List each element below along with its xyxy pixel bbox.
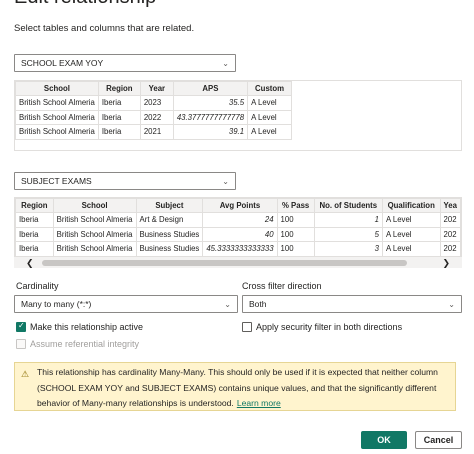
table-cell: A Level <box>247 109 293 125</box>
table-cell: Iberia <box>97 109 141 125</box>
table-cell: British School Almeria <box>52 212 137 228</box>
table-cell: 2021 <box>139 124 174 140</box>
table-cell: A Level <box>381 226 441 242</box>
cardinality-select[interactable]: Many to many (*:*) ⌄ <box>14 295 238 313</box>
table-cell: 100 <box>276 212 315 228</box>
table-cell: Iberia <box>15 241 54 257</box>
table-cell: A Level <box>381 241 441 257</box>
table2-grid: Region School Subject Avg Points % Pass … <box>15 198 461 257</box>
table-cell: 202 <box>439 212 461 228</box>
dialog-title: Edit relationship <box>14 0 156 9</box>
table-cell: Iberia <box>15 226 54 242</box>
column-header-aps[interactable]: APS <box>172 81 249 96</box>
table2-horizontal-scrollbar[interactable]: ❮ ❯ <box>14 256 462 268</box>
cross-filter-label: Cross filter direction <box>242 281 322 291</box>
table-cell: A Level <box>381 212 441 228</box>
table-cell: Business Studies <box>135 241 204 257</box>
scrollbar-thumb[interactable] <box>42 260 407 266</box>
dialog-subtitle: Select tables and columns that are relat… <box>14 23 195 34</box>
table2-select-value: SUBJECT EXAMS <box>21 176 92 186</box>
table-cell: 5 <box>313 226 383 242</box>
table-cell: 1 <box>313 212 383 228</box>
cardinality-label: Cardinality <box>16 281 59 291</box>
table-cell: 202 <box>439 226 461 242</box>
column-header-region[interactable]: Region <box>15 198 54 213</box>
table-cell: Iberia <box>15 212 54 228</box>
security-filter-label[interactable]: Apply security filter in both directions <box>256 322 402 332</box>
table-cell: 35.5 <box>172 95 249 111</box>
table-cell: 40 <box>202 226 278 242</box>
table-cell: 43.3777777777778 <box>172 109 249 125</box>
active-relationship-label[interactable]: Make this relationship active <box>30 322 143 332</box>
referential-integrity-checkbox <box>16 339 26 349</box>
table-cell: Iberia <box>97 95 141 111</box>
warning-icon: ⚠ <box>21 369 30 379</box>
chevron-down-icon: ⌄ <box>222 59 229 68</box>
cross-filter-select[interactable]: Both ⌄ <box>242 295 462 313</box>
security-filter-checkbox[interactable] <box>242 322 252 332</box>
cardinality-warning: ⚠ This relationship has cardinality Many… <box>14 362 456 411</box>
table1-select-value: SCHOOL EXAM YOY <box>21 58 104 68</box>
chevron-down-icon: ⌄ <box>448 300 455 309</box>
table-cell: 24 <box>202 212 278 228</box>
learn-more-link[interactable]: Learn more <box>237 398 281 408</box>
table-cell: 2023 <box>139 95 174 111</box>
table-cell: A Level <box>247 124 293 140</box>
cross-filter-select-value: Both <box>249 299 267 309</box>
table-cell: British School Almeria <box>15 95 99 111</box>
column-header-year[interactable]: Yea <box>439 198 461 213</box>
table-cell: 100 <box>276 226 315 242</box>
table-cell: British School Almeria <box>15 124 99 140</box>
ok-button[interactable]: OK <box>361 431 407 449</box>
table2-header-row: Region School Subject Avg Points % Pass … <box>15 198 461 213</box>
table-cell: A Level <box>247 95 293 111</box>
table-row: Iberia British School Almeria Art & Desi… <box>15 212 461 228</box>
chevron-down-icon: ⌄ <box>224 300 231 309</box>
column-header-subject[interactable]: Subject <box>135 198 204 213</box>
table-cell: Art & Design <box>135 212 204 228</box>
table-cell: British School Almeria <box>52 226 137 242</box>
chevron-down-icon: ⌄ <box>222 177 229 186</box>
column-header-custom[interactable]: Custom <box>247 81 293 96</box>
column-header-qualification[interactable]: Qualification <box>381 198 441 213</box>
table-cell: Iberia <box>97 124 141 140</box>
column-header-region[interactable]: Region <box>97 81 141 96</box>
column-header-students[interactable]: No. of Students <box>313 198 383 213</box>
table-cell: 2022 <box>139 109 174 125</box>
table-row: British School Almeria Iberia 2023 35.5 … <box>15 95 293 111</box>
scroll-left-icon[interactable]: ❮ <box>26 257 34 269</box>
table-cell: 100 <box>276 241 315 257</box>
scroll-right-icon[interactable]: ❯ <box>442 257 450 269</box>
active-relationship-checkbox[interactable] <box>16 321 26 332</box>
table-row: British School Almeria Iberia 2022 43.37… <box>15 109 293 125</box>
table-cell: British School Almeria <box>15 109 99 125</box>
table-cell: 3 <box>313 241 383 257</box>
table-cell: 45.3333333333333 <box>202 241 278 257</box>
table-cell: 39.1 <box>172 124 249 140</box>
table-cell: Business Studies <box>135 226 204 242</box>
column-header-pass[interactable]: % Pass <box>276 198 315 213</box>
table-row: Iberia British School Almeria Business S… <box>15 241 461 257</box>
table2-select[interactable]: SUBJECT EXAMS ⌄ <box>14 172 236 190</box>
table1-grid: School Region Year APS Custom British Sc… <box>15 81 293 140</box>
column-header-school[interactable]: School <box>15 81 99 96</box>
column-header-avg-points[interactable]: Avg Points <box>202 198 278 213</box>
column-header-year[interactable]: Year <box>139 81 174 96</box>
table-cell: 202 <box>439 241 461 257</box>
column-header-school[interactable]: School <box>52 198 137 213</box>
referential-integrity-label: Assume referential integrity <box>30 339 140 349</box>
table1-preview[interactable]: School Region Year APS Custom British Sc… <box>14 80 462 151</box>
table-row: British School Almeria Iberia 2021 39.1 … <box>15 124 293 140</box>
cancel-button[interactable]: Cancel <box>415 431 462 449</box>
table-cell: British School Almeria <box>52 241 137 257</box>
table1-header-row: School Region Year APS Custom <box>15 81 293 96</box>
cardinality-select-value: Many to many (*:*) <box>21 299 92 309</box>
table-row: Iberia British School Almeria Business S… <box>15 226 461 242</box>
table1-select[interactable]: SCHOOL EXAM YOY ⌄ <box>14 54 236 72</box>
